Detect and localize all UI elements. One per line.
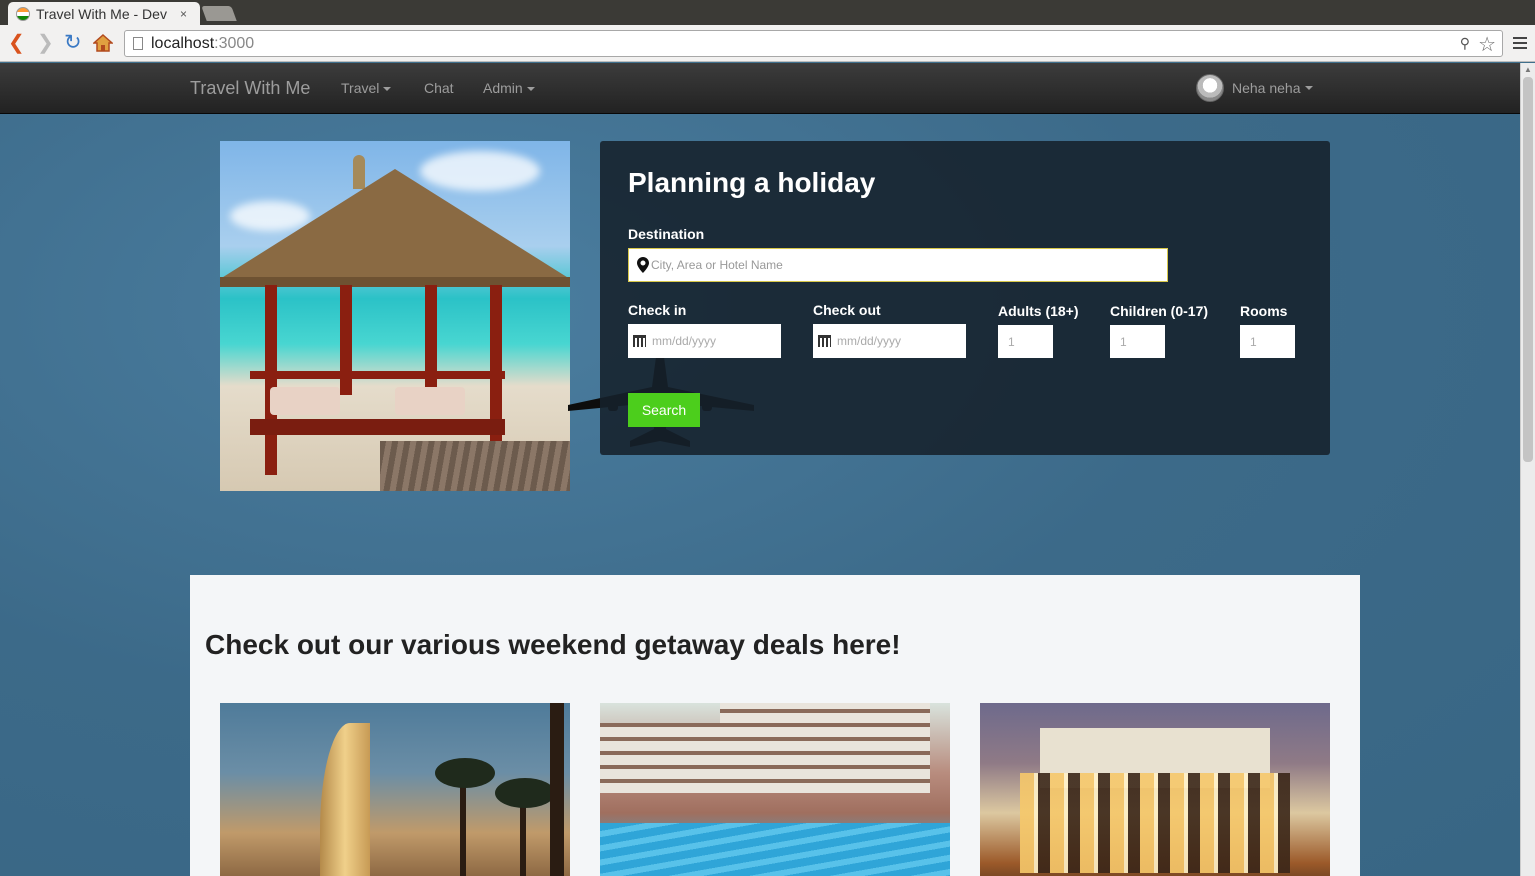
holiday-search-panel: Planning a holiday Destination Check in … — [600, 141, 1330, 455]
deals-heading: Check out our various weekend getaway de… — [205, 629, 901, 660]
browser-toolbar: ❮ ❯ ↻ localhost:3000 ⚲ ☆ — [0, 25, 1535, 62]
back-arrow-icon[interactable]: ❮ — [8, 31, 25, 55]
reload-icon[interactable]: ↻ — [64, 31, 82, 55]
scroll-up-icon[interactable]: ▲ — [1524, 65, 1532, 74]
destination-field[interactable] — [628, 248, 1168, 282]
nav-travel-label: Travel — [341, 80, 380, 96]
checkin-label: Check in — [628, 302, 687, 318]
panel-title: Planning a holiday — [628, 167, 876, 198]
bookmark-star-icon[interactable]: ☆ — [1478, 32, 1496, 57]
calendar-icon — [818, 335, 831, 347]
caret-down-icon — [526, 87, 535, 92]
navbar-brand[interactable]: Travel With Me — [190, 78, 310, 99]
search-button[interactable]: Search — [628, 393, 700, 427]
nav-chat-link[interactable]: Chat — [424, 80, 454, 96]
browser-tab-active[interactable]: Travel With Me - Dev × — [8, 2, 200, 25]
destination-input[interactable] — [651, 258, 1151, 272]
rooms-input[interactable] — [1240, 325, 1295, 358]
page-icon — [133, 37, 143, 50]
key-icon[interactable]: ⚲ — [1460, 35, 1470, 52]
checkout-field[interactable] — [813, 324, 966, 358]
page-scrollbar[interactable]: ▲ — [1520, 63, 1535, 876]
checkout-label: Check out — [813, 302, 881, 318]
scroll-thumb[interactable] — [1523, 77, 1533, 462]
site-navbar: Travel With Me Travel Chat Admin Neha ne… — [0, 63, 1520, 114]
india-flag-icon — [16, 6, 30, 21]
destination-label: Destination — [628, 226, 705, 242]
page-viewport: Travel With Me Travel Chat Admin Neha ne… — [0, 63, 1520, 876]
forward-arrow-icon[interactable]: ❯ — [37, 31, 54, 55]
deal-card-dubai[interactable] — [220, 703, 570, 876]
map-pin-icon — [637, 257, 649, 273]
checkin-input[interactable] — [652, 334, 772, 348]
checkout-input[interactable] — [837, 334, 957, 348]
beach-gazebo-image — [220, 141, 570, 491]
home-icon[interactable] — [93, 33, 113, 53]
adults-input[interactable] — [998, 325, 1053, 358]
user-menu-dropdown[interactable]: Neha neha — [1196, 74, 1313, 102]
tab-close-icon[interactable]: × — [180, 7, 187, 21]
tab-title: Travel With Me - Dev — [36, 5, 167, 22]
user-name: Neha neha — [1232, 80, 1301, 96]
deals-section: Check out our various weekend getaway de… — [190, 575, 1360, 876]
checkin-field[interactable] — [628, 324, 781, 358]
address-bar[interactable]: localhost:3000 ⚲ ☆ — [124, 30, 1503, 57]
new-tab-button[interactable] — [201, 6, 237, 21]
nav-travel-dropdown[interactable]: Travel — [341, 80, 392, 96]
deal-card-restaurant[interactable] — [980, 703, 1330, 876]
adults-label: Adults (18+) — [998, 303, 1079, 319]
nav-admin-label: Admin — [483, 80, 523, 96]
deal-card-resort[interactable] — [600, 703, 950, 876]
caret-down-icon — [1304, 86, 1313, 90]
url-port: :3000 — [214, 34, 255, 52]
avatar — [1196, 74, 1224, 102]
caret-down-icon — [383, 87, 392, 92]
browser-menu-icon[interactable] — [1513, 37, 1527, 49]
calendar-icon — [633, 335, 646, 347]
children-input[interactable] — [1110, 325, 1165, 358]
url-host: localhost — [151, 34, 215, 52]
children-label: Children (0-17) — [1110, 303, 1209, 319]
rooms-label: Rooms — [1240, 303, 1288, 319]
nav-admin-dropdown[interactable]: Admin — [483, 80, 535, 96]
browser-tabstrip: Travel With Me - Dev × — [0, 0, 1535, 25]
